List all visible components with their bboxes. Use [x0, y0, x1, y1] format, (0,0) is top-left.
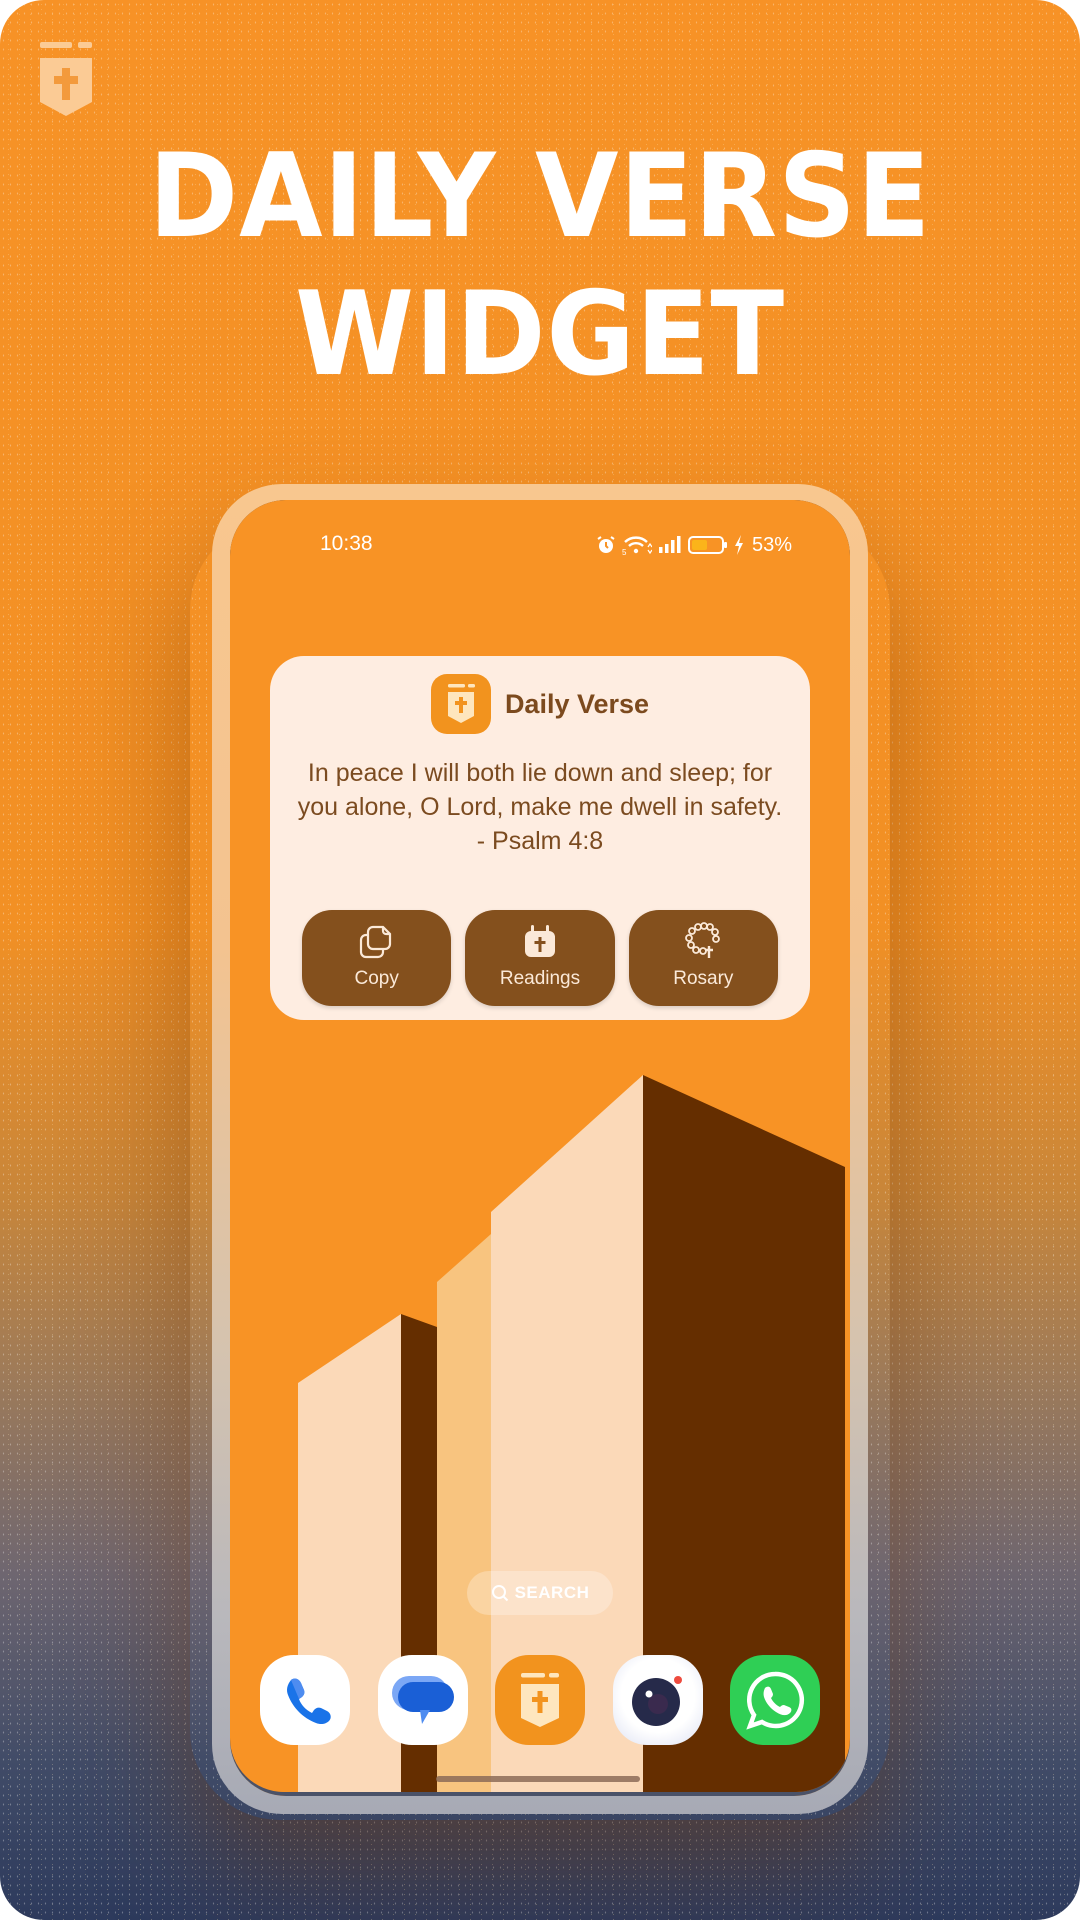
copy-icon	[359, 925, 391, 959]
promo-canvas: DAILY VERSE WIDGET 10:38 5 53% Daily Ver…	[0, 0, 1080, 1920]
rosary-label: Rosary	[673, 968, 734, 989]
dock-app-messages[interactable]	[377, 1655, 468, 1745]
camera-icon	[631, 1676, 682, 1726]
dock-app-whatsapp[interactable]	[730, 1655, 820, 1745]
whatsapp-icon	[746, 1671, 805, 1730]
gesture-nav-handle[interactable]	[436, 1776, 640, 1782]
copy-button[interactable]: Copy	[302, 910, 452, 1006]
headline: DAILY VERSE WIDGET	[0, 128, 1080, 404]
svg-text:5: 5	[622, 548, 627, 556]
dock-app-phone[interactable]	[260, 1655, 350, 1745]
daily-verse-widget[interactable]: Daily Verse In peace I will both lie dow…	[270, 656, 810, 1020]
status-time: 10:38	[320, 532, 373, 555]
search-button[interactable]: SEARCH	[467, 1571, 613, 1615]
bible-cross-icon	[521, 1673, 559, 1727]
battery-percent: 53%	[751, 533, 792, 556]
rosary-button[interactable]: Rosary	[628, 910, 778, 1006]
bible-cross-icon	[447, 684, 475, 723]
widget-actions: Copy Readings Rosary	[302, 910, 778, 1006]
widget-app-icon	[430, 674, 491, 734]
battery-icon	[687, 536, 727, 554]
verse-text: In peace I will both lie down and sleep;…	[297, 759, 783, 821]
search-label: SEARCH	[514, 1583, 590, 1602]
wifi-icon: 5	[622, 536, 652, 556]
signal-icon	[658, 536, 681, 553]
phone-screen: 10:38 5 53% Daily Verse In peace I will …	[230, 500, 850, 1796]
rosary-icon	[685, 922, 721, 958]
verse-block: In peace I will both lie down and sleep;…	[290, 756, 790, 858]
home-screen: 10:38 5 53% Daily Verse In peace I will …	[230, 500, 850, 1792]
bible-cross-icon	[40, 42, 92, 116]
charging-icon	[734, 535, 743, 555]
copy-label: Copy	[354, 968, 399, 989]
app-dock	[260, 1655, 820, 1745]
headline-line-1: DAILY VERSE	[148, 129, 932, 264]
calendar-cross-icon	[524, 925, 555, 957]
verse-reference: - Psalm 4:8	[476, 827, 604, 855]
headline-line-2: WIDGET	[294, 267, 786, 402]
widget-header: Daily Verse	[270, 674, 810, 734]
status-bar: 10:38 5 53%	[230, 530, 850, 560]
dock-app-daily-verse[interactable]	[495, 1655, 585, 1745]
search-icon	[491, 1585, 508, 1602]
messages-icon	[391, 1676, 454, 1724]
readings-button[interactable]: Readings	[465, 910, 615, 1006]
alarm-icon	[597, 536, 615, 553]
readings-label: Readings	[499, 968, 581, 989]
phone-icon	[287, 1678, 331, 1725]
widget-title: Daily Verse	[504, 688, 650, 719]
dock-app-camera[interactable]	[612, 1655, 703, 1745]
